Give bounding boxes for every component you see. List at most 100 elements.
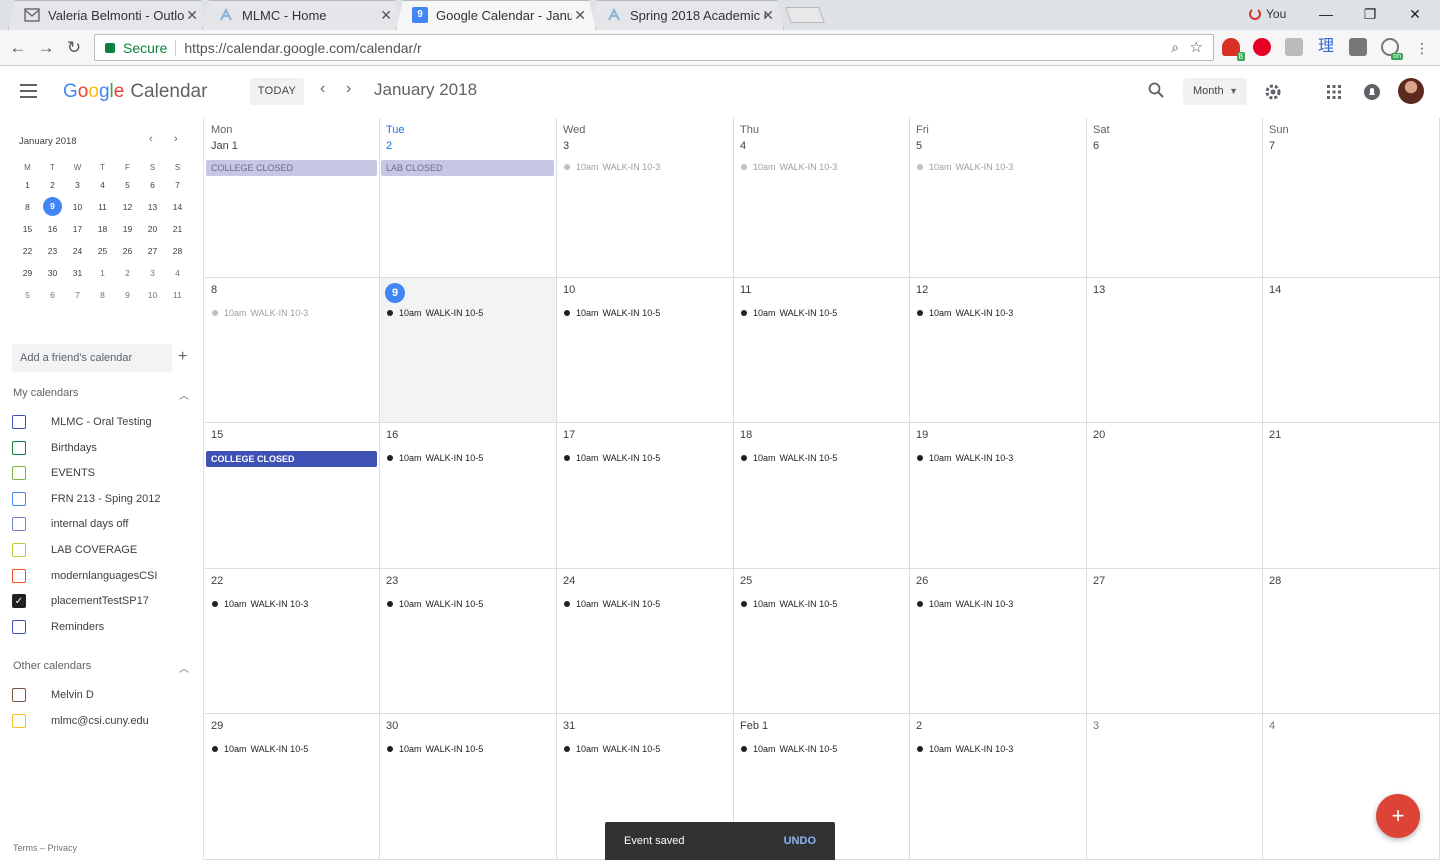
add-calendar-plus-icon[interactable]: + bbox=[178, 348, 187, 366]
close-icon[interactable]: ✕ bbox=[762, 7, 774, 24]
mini-day[interactable]: 12 bbox=[115, 197, 140, 217]
mini-day[interactable]: 10 bbox=[65, 197, 90, 217]
day-number[interactable]: 5 bbox=[916, 140, 922, 152]
close-window-button[interactable]: ✕ bbox=[1400, 4, 1430, 24]
day-cell[interactable]: 4 bbox=[1263, 714, 1440, 860]
profile-button[interactable]: You bbox=[1248, 7, 1286, 21]
new-tab-button[interactable] bbox=[785, 7, 825, 23]
event-chip[interactable]: 10am WALK-IN 10-5 bbox=[564, 599, 660, 609]
day-number[interactable]: 4 bbox=[1269, 720, 1275, 732]
avatar[interactable] bbox=[1398, 78, 1424, 104]
day-number[interactable]: 31 bbox=[563, 720, 575, 732]
mini-day[interactable]: 26 bbox=[115, 241, 140, 261]
chrome-menu-icon[interactable]: ⋮ bbox=[1410, 36, 1434, 60]
mini-next-chevron-icon[interactable]: › bbox=[174, 133, 178, 145]
day-cell[interactable]: 21 bbox=[1263, 423, 1440, 569]
view-selector[interactable]: Month ▼ bbox=[1183, 78, 1247, 105]
close-icon[interactable]: ✕ bbox=[186, 7, 198, 24]
undo-button[interactable]: UNDO bbox=[784, 835, 816, 847]
day-number[interactable]: 27 bbox=[1093, 575, 1105, 587]
day-number[interactable]: 22 bbox=[211, 575, 223, 587]
tab-mlmc-home[interactable]: MLMC - Home ✕ bbox=[202, 0, 402, 30]
forward-button[interactable]: → bbox=[34, 36, 58, 60]
next-month-chevron-icon[interactable]: › bbox=[346, 80, 351, 98]
google-calendar-logo[interactable]: Google Calendar bbox=[63, 81, 207, 103]
mini-day[interactable]: 11 bbox=[165, 285, 190, 305]
search-icon[interactable] bbox=[1148, 82, 1164, 98]
day-cell[interactable]: 2 10am WALK-IN 10-3 bbox=[910, 714, 1087, 860]
calendar-list-item[interactable]: Melvin D bbox=[12, 685, 94, 705]
event-chip[interactable]: 10am WALK-IN 10-5 bbox=[564, 453, 660, 463]
mini-day[interactable]: 5 bbox=[115, 175, 140, 195]
day-cell[interactable]: Sun 7 bbox=[1263, 118, 1440, 278]
day-cell[interactable]: 13 bbox=[1087, 278, 1263, 423]
day-cell[interactable]: 15 COLLEGE CLOSED bbox=[205, 423, 380, 569]
minimize-button[interactable]: — bbox=[1311, 4, 1341, 24]
day-cell[interactable]: 26 10am WALK-IN 10-3 bbox=[910, 569, 1087, 714]
day-number[interactable]: 28 bbox=[1269, 575, 1281, 587]
day-number[interactable]: 3 bbox=[563, 140, 569, 152]
day-number[interactable]: 17 bbox=[563, 429, 575, 441]
day-cell[interactable]: 14 bbox=[1263, 278, 1440, 423]
checkbox[interactable] bbox=[12, 543, 26, 557]
mini-day[interactable]: 30 bbox=[40, 263, 65, 283]
mini-day[interactable]: 27 bbox=[140, 241, 165, 261]
day-cell[interactable]: 3 bbox=[1087, 714, 1263, 860]
mini-day[interactable]: 31 bbox=[65, 263, 90, 283]
close-icon[interactable]: ✕ bbox=[380, 7, 392, 24]
checkbox[interactable] bbox=[12, 713, 26, 728]
mini-day[interactable]: 4 bbox=[90, 175, 115, 195]
day-number[interactable]: 14 bbox=[1269, 284, 1281, 296]
notifications-bell-icon[interactable] bbox=[1362, 82, 1382, 102]
day-number[interactable]: 6 bbox=[1093, 140, 1099, 152]
calendar-list-item[interactable]: ✓ placementTestSP17 bbox=[12, 591, 149, 611]
dictionary-extension-icon[interactable]: 理 bbox=[1317, 38, 1335, 56]
day-cell[interactable]: 11 10am WALK-IN 10-5 bbox=[734, 278, 910, 423]
mini-day[interactable]: 15 bbox=[15, 219, 40, 239]
calendar-list-item[interactable]: modernlanguagesCSI bbox=[12, 566, 157, 586]
day-number[interactable]: 2 bbox=[916, 720, 922, 732]
event-chip[interactable]: 10am WALK-IN 10-3 bbox=[212, 308, 308, 318]
extension-icon[interactable] bbox=[1285, 38, 1303, 56]
mini-day[interactable]: 28 bbox=[165, 241, 190, 261]
day-number[interactable]: 29 bbox=[211, 720, 223, 732]
previous-month-chevron-icon[interactable]: ‹ bbox=[320, 80, 325, 98]
day-number[interactable]: Jan 1 bbox=[211, 140, 238, 152]
checkbox[interactable] bbox=[12, 688, 26, 702]
mini-day[interactable]: 19 bbox=[115, 219, 140, 239]
event-chip[interactable]: 10am WALK-IN 10-5 bbox=[212, 744, 308, 754]
day-cell[interactable]: 28 bbox=[1263, 569, 1440, 714]
mini-day[interactable]: 9 bbox=[43, 197, 62, 216]
back-button[interactable]: ← bbox=[6, 36, 30, 60]
calendar-list-item[interactable]: mlmc@csi.cuny.edu bbox=[12, 711, 149, 731]
calendar-list-item[interactable]: EVENTS bbox=[12, 463, 95, 483]
day-cell[interactable]: 29 10am WALK-IN 10-5 bbox=[205, 714, 380, 860]
add-friend-calendar-input[interactable]: Add a friend's calendar bbox=[12, 344, 172, 372]
tab-spring-2018[interactable]: Spring 2018 Academic Calendar ✕ bbox=[590, 0, 784, 30]
mini-day[interactable]: 5 bbox=[15, 285, 40, 305]
event-chip[interactable]: 10am WALK-IN 10-5 bbox=[564, 744, 660, 754]
mini-prev-chevron-icon[interactable]: ‹ bbox=[149, 133, 153, 145]
mini-day[interactable]: 16 bbox=[40, 219, 65, 239]
day-cell[interactable]: 9 10am WALK-IN 10-5 bbox=[380, 278, 557, 423]
calendar-list-item[interactable]: internal days off bbox=[12, 514, 128, 534]
mini-day[interactable]: 1 bbox=[90, 263, 115, 283]
day-number[interactable]: 15 bbox=[211, 429, 223, 441]
mini-day[interactable]: 6 bbox=[140, 175, 165, 195]
day-number[interactable]: 12 bbox=[916, 284, 928, 296]
all-day-event[interactable]: LAB CLOSED bbox=[381, 160, 554, 176]
calendar-list-item[interactable]: MLMC - Oral Testing bbox=[12, 412, 152, 432]
calendar-list-item[interactable]: FRN 213 - Sping 2012 bbox=[12, 489, 160, 509]
day-number[interactable]: 20 bbox=[1093, 429, 1105, 441]
event-chip[interactable]: 10am WALK-IN 10-3 bbox=[741, 162, 837, 172]
day-cell[interactable]: Wed 3 10am WALK-IN 10-3 bbox=[557, 118, 734, 278]
event-chip[interactable]: 10am WALK-IN 10-3 bbox=[917, 599, 1013, 609]
event-chip[interactable]: 10am WALK-IN 10-5 bbox=[741, 453, 837, 463]
all-day-event[interactable]: COLLEGE CLOSED bbox=[206, 160, 377, 176]
tab-google-calendar[interactable]: 9 Google Calendar - January 2018 ✕ bbox=[396, 0, 596, 30]
mini-day[interactable]: 17 bbox=[65, 219, 90, 239]
mini-day[interactable]: 10 bbox=[140, 285, 165, 305]
maximize-button[interactable]: ❐ bbox=[1355, 4, 1385, 24]
collapse-chevron-up-icon[interactable]: ︿ bbox=[179, 660, 189, 675]
mini-day[interactable]: 7 bbox=[165, 175, 190, 195]
